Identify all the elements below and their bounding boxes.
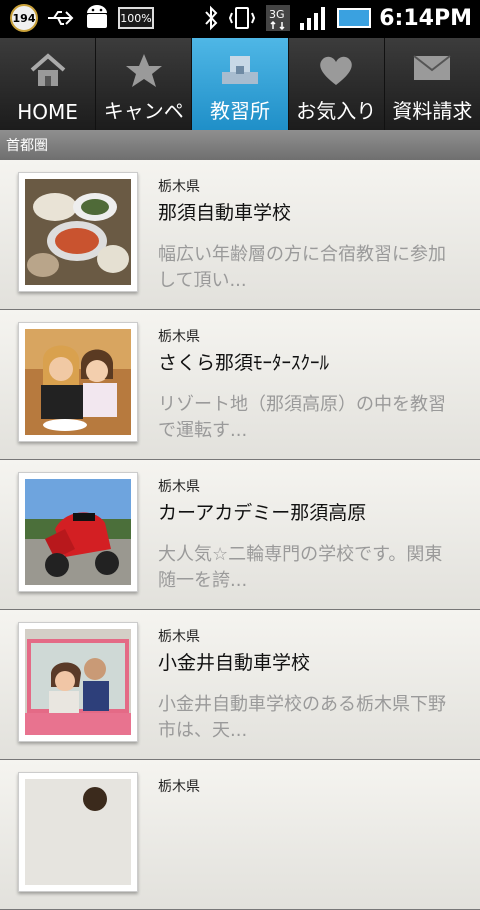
school-name: 那須自動車学校 xyxy=(158,202,292,224)
school-name: カーアカデミー那須高原 xyxy=(158,502,367,524)
notification-badge: 194 xyxy=(10,4,38,32)
prefecture-label: 栃木県 xyxy=(158,479,200,495)
battery-level-indicator: 100% xyxy=(118,7,154,29)
tab-favorites[interactable]: お気入り xyxy=(289,38,385,130)
section-title: 首都圏 xyxy=(6,138,48,154)
tab-label: HOME xyxy=(17,100,78,124)
3g-data-icon: 3G xyxy=(266,5,291,31)
usb-icon xyxy=(48,11,74,25)
list-item[interactable]: 栃木県 小金井自動車学校 小金井自動車学校のある栃木県下野市は、天... xyxy=(0,610,480,760)
school-description: 幅広い年齢層の方に合宿教習に参加して頂い... xyxy=(158,244,446,291)
school-name: 小金井自動車学校 xyxy=(158,652,311,674)
list-item[interactable]: 栃木県 那須自動車学校 幅広い年齢層の方に合宿教習に参加して頂い... xyxy=(0,160,480,310)
tab-label: キャンペ xyxy=(103,99,184,123)
school-name: さくら那須ﾓｰﾀｰｽｸｰﾙ xyxy=(158,352,330,374)
tab-label: お気入り xyxy=(296,99,377,123)
battery-icon xyxy=(337,8,372,28)
school-icon xyxy=(222,56,258,84)
school-description: 大人気☆二輪専門の学校です。関東随一を誇... xyxy=(158,544,443,591)
list-item[interactable]: 栃木県 xyxy=(0,760,480,910)
thumbnail xyxy=(18,172,138,292)
prefecture-label: 栃木県 xyxy=(158,329,200,345)
car-driving-photo xyxy=(25,629,131,735)
person-photo xyxy=(25,779,131,885)
thumbnail xyxy=(18,622,138,742)
star-icon xyxy=(125,54,162,87)
tab-request-info[interactable]: 資料請求 xyxy=(385,38,480,130)
people-photo xyxy=(25,329,131,435)
list-item[interactable]: 栃木県 さくら那須ﾓｰﾀｰｽｸｰﾙ リゾート地（那須高原）の中を教習で運転す..… xyxy=(0,310,480,460)
tab-home[interactable]: HOME xyxy=(0,38,97,130)
thumbnail xyxy=(18,772,138,892)
tab-label: 資料請求 xyxy=(392,99,473,123)
thumbnail xyxy=(18,322,138,442)
bluetooth-icon xyxy=(205,5,218,31)
tab-campaign[interactable]: キャンペ xyxy=(96,38,193,130)
svg-text:3G: 3G xyxy=(269,8,285,21)
tab-bar: HOME キャンペ 教習所 お気入り 資料請求 xyxy=(0,38,480,130)
prefecture-label: 栃木県 xyxy=(158,779,200,795)
thumbnail xyxy=(18,472,138,592)
motorcycle-photo xyxy=(25,479,131,585)
vibrate-icon xyxy=(229,7,256,29)
tab-label: 教習所 xyxy=(210,99,270,123)
status-bar: 194 100% 3G 6:14PM xyxy=(0,0,480,38)
school-description: リゾート地（那須高原）の中を教習で運転す... xyxy=(158,394,446,441)
tab-schools[interactable]: 教習所 xyxy=(192,38,289,130)
school-list: 栃木県 那須自動車学校 幅広い年齢層の方に合宿教習に参加して頂い... 栃木県 … xyxy=(0,160,480,910)
signal-strength-icon xyxy=(300,7,326,30)
prefecture-label: 栃木県 xyxy=(158,179,200,195)
mail-icon xyxy=(413,55,452,80)
home-icon xyxy=(30,53,65,86)
food-photo xyxy=(25,179,131,285)
clock: 6:14PM xyxy=(379,5,472,31)
school-description: 小金井自動車学校のある栃木県下野市は、天... xyxy=(158,694,446,741)
section-header: 首都圏 xyxy=(0,130,480,160)
list-item[interactable]: 栃木県 カーアカデミー那須高原 大人気☆二輪専門の学校です。関東随一を誇... xyxy=(0,460,480,610)
heart-icon xyxy=(320,56,352,85)
prefecture-label: 栃木県 xyxy=(158,629,200,645)
android-icon xyxy=(87,5,107,28)
